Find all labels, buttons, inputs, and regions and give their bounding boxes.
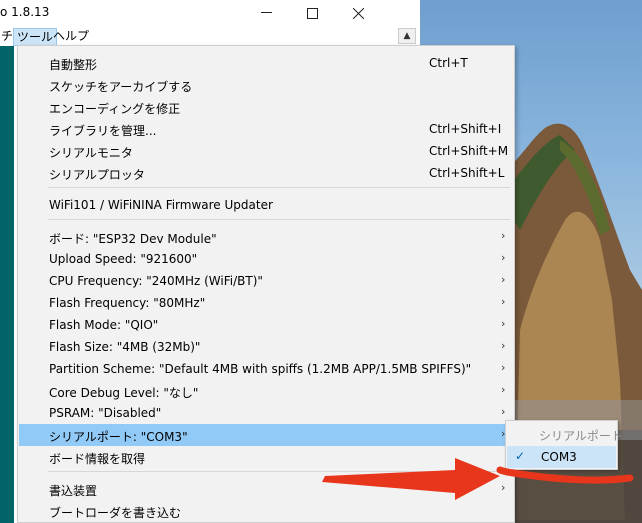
chevron-right-icon: › <box>501 481 506 494</box>
menu-item-fix-encoding[interactable]: エンコーディングを修正 <box>19 96 513 118</box>
chevron-right-icon: › <box>501 229 506 242</box>
menu-item-auto-format[interactable]: 自動整形 Ctrl+T <box>19 52 513 74</box>
chevron-right-icon: › <box>501 273 506 286</box>
window-titlebar: o 1.8.13 <box>0 0 420 26</box>
menu-item-board[interactable]: ボード: "ESP32 Dev Module" › <box>19 226 513 248</box>
menu-help[interactable]: ヘルプ <box>50 28 92 46</box>
chevron-right-icon: › <box>501 251 506 264</box>
menu-item-psram[interactable]: PSRAM: "Disabled" › <box>19 402 513 424</box>
menu-item-core-debug-level[interactable]: Core Debug Level: "なし" › <box>19 380 513 402</box>
menu-item-cpu-frequency[interactable]: CPU Frequency: "240MHz (WiFi/BT)" › <box>19 270 513 292</box>
menu-separator <box>48 187 510 188</box>
chevron-right-icon: › <box>501 361 506 374</box>
arduino-toolbar-strip <box>0 46 14 523</box>
chevron-right-icon: › <box>501 295 506 308</box>
submenu-item-com3[interactable]: ✓ COM3 <box>507 446 616 468</box>
menu-item-programmer[interactable]: 書込装置 › <box>19 478 513 500</box>
chevron-right-icon: › <box>501 339 506 352</box>
submenu-item-label: COM3 <box>541 450 577 464</box>
checkmark-icon: ✓ <box>515 449 526 463</box>
menu-item-serial-plotter[interactable]: シリアルプロッタ Ctrl+Shift+L <box>19 162 513 184</box>
tools-dropdown-menu: 自動整形 Ctrl+T スケッチをアーカイブする エンコーディングを修正 ライブ… <box>17 45 515 523</box>
scroll-up-icon[interactable]: ▲ <box>398 28 416 44</box>
window-title: o 1.8.13 <box>0 5 50 19</box>
submenu-header: シリアルポート <box>539 429 623 443</box>
menu-item-manage-libraries[interactable]: ライブラリを管理... Ctrl+Shift+I <box>19 118 513 140</box>
serial-port-submenu: シリアルポート ✓ COM3 <box>505 420 623 470</box>
menu-item-serial-port[interactable]: シリアルポート: "COM3" › <box>19 424 513 446</box>
menu-item-upload-speed[interactable]: Upload Speed: "921600" › <box>19 248 513 270</box>
chevron-right-icon: › <box>501 405 506 418</box>
menu-separator <box>48 219 510 220</box>
menu-item-serial-monitor[interactable]: シリアルモニタ Ctrl+Shift+M <box>19 140 513 162</box>
maximize-icon[interactable] <box>289 0 335 26</box>
menu-item-archive-sketch[interactable]: スケッチをアーカイブする <box>19 74 513 96</box>
menu-item-get-board-info[interactable]: ボード情報を取得 <box>19 446 513 468</box>
menu-item-burn-bootloader[interactable]: ブートローダを書き込む <box>19 500 513 522</box>
menu-item-flash-frequency[interactable]: Flash Frequency: "80MHz" › <box>19 292 513 314</box>
menu-item-partition-scheme[interactable]: Partition Scheme: "Default 4MB with spif… <box>19 358 513 380</box>
menu-item-flash-mode[interactable]: Flash Mode: "QIO" › <box>19 314 513 336</box>
minimize-icon[interactable] <box>243 0 289 26</box>
chevron-right-icon: › <box>501 317 506 330</box>
menu-item-flash-size[interactable]: Flash Size: "4MB (32Mb)" › <box>19 336 513 358</box>
menu-item-firmware-updater[interactable]: WiFi101 / WiFiNINA Firmware Updater <box>19 194 513 216</box>
menu-separator <box>48 471 510 472</box>
close-icon[interactable] <box>335 0 381 26</box>
chevron-right-icon: › <box>501 383 506 396</box>
menubar: チ ツール ヘルプ <box>0 26 420 46</box>
